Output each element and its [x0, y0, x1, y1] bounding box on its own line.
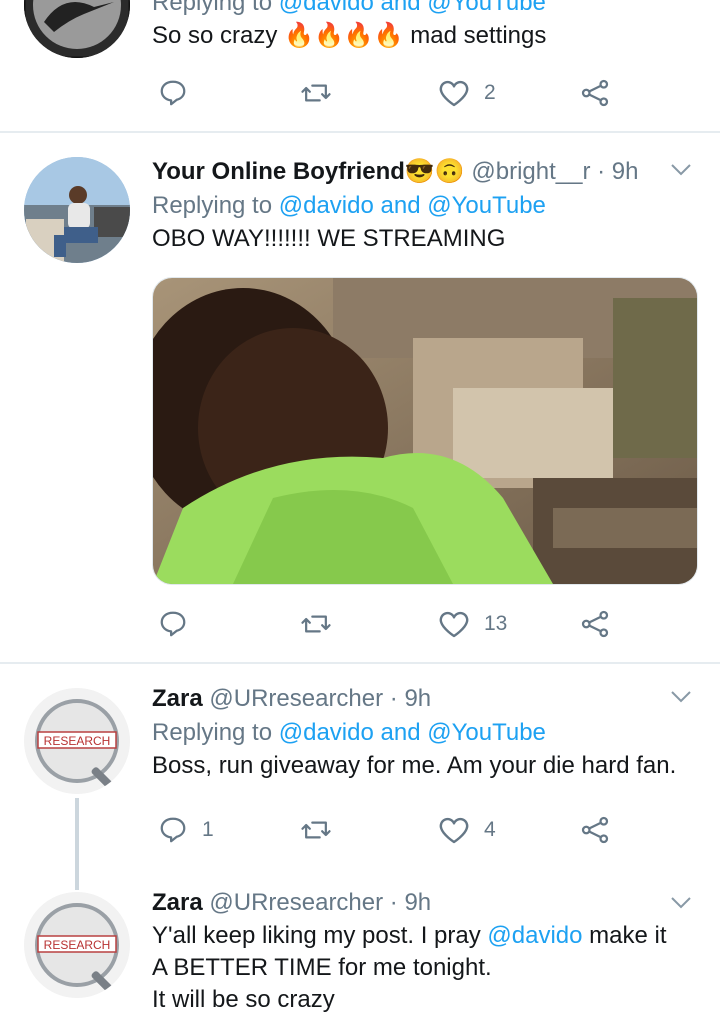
reply-button[interactable] — [158, 604, 202, 644]
display-name[interactable]: Your Online Boyfriend — [152, 158, 405, 185]
avatar[interactable] — [24, 0, 130, 58]
tweet-header: Zara @URresearcher · 9h — [152, 684, 700, 714]
fire-icon: 🔥 — [284, 22, 314, 49]
tweet-text-line: It will be so crazy — [152, 986, 335, 1013]
heart-icon — [439, 611, 469, 638]
like-button[interactable]: 2 — [438, 73, 496, 113]
tweet-3[interactable]: RESEARCH Zara @URresearcher · 9h Y'all k… — [0, 874, 720, 1019]
tweet-text: OBO WAY!!!!!!! WE STREAMING — [152, 225, 506, 252]
display-name[interactable]: Zara — [152, 685, 203, 712]
retweet-icon — [301, 821, 331, 839]
share-button[interactable] — [580, 73, 610, 113]
tweet-text-line: A BETTER TIME for me tonight. — [152, 954, 492, 981]
handle[interactable]: @URresearcher — [209, 685, 383, 712]
reply-icon — [160, 817, 186, 843]
tweet-header: Zara @URresearcher · 9h — [152, 888, 700, 918]
reply-targets-link[interactable]: @davido and @YouTube — [279, 719, 546, 746]
reply-targets-link[interactable]: @davido and @YouTube — [279, 0, 546, 16]
tweet-header: Your Online Boyfriend😎🙃 @bright__r · 9h — [152, 157, 700, 187]
share-button[interactable] — [580, 604, 610, 644]
chevron-down-icon[interactable] — [670, 896, 692, 910]
tweet-text: Boss, run giveaway for me. Am your die h… — [152, 752, 677, 779]
reply-targets-link[interactable]: @davido and @YouTube — [279, 192, 546, 219]
like-button[interactable]: 13 — [438, 604, 507, 644]
share-icon — [581, 79, 609, 107]
upside-down-face-icon: 🙃 — [434, 158, 465, 185]
fire-icon: 🔥 — [373, 22, 404, 49]
tweet-actions: 2 — [152, 73, 632, 113]
avatar[interactable]: RESEARCH — [24, 688, 130, 794]
replying-to: Replying to @davido and @YouTube — [152, 719, 546, 746]
share-icon — [581, 816, 609, 844]
avatar[interactable]: RESEARCH — [24, 892, 130, 998]
mention-link[interactable]: @davido — [487, 922, 582, 949]
handle[interactable]: @URresearcher — [209, 889, 383, 916]
share-button[interactable] — [580, 810, 610, 850]
reply-icon — [160, 80, 186, 106]
handle[interactable]: @bright__r — [471, 158, 590, 185]
tweet-1[interactable]: Your Online Boyfriend😎🙃 @bright__r · 9h … — [0, 133, 720, 663]
display-name[interactable]: Zara — [152, 889, 203, 916]
timestamp: · 9h — [389, 685, 432, 712]
avatar-badge-text: RESEARCH — [44, 734, 111, 748]
retweet-button[interactable] — [300, 73, 346, 113]
retweet-button[interactable] — [300, 810, 346, 850]
tweet-2[interactable]: RESEARCH Zara @URresearcher · 9h Replyin… — [0, 664, 720, 874]
like-button[interactable]: 4 — [438, 810, 496, 850]
retweet-button[interactable] — [300, 604, 346, 644]
timestamp: · 9h — [597, 158, 639, 185]
chevron-down-icon[interactable] — [670, 690, 692, 704]
sunglasses-face-icon: 😎 — [404, 158, 435, 185]
retweet-icon — [301, 84, 331, 102]
tweet-actions: 1 4 — [152, 810, 632, 850]
reply-button[interactable]: 1 — [158, 810, 214, 850]
replying-to: Replying to @davido and @YouTube — [152, 0, 700, 18]
tweet-0[interactable]: Replying to @davido and @YouTube So so c… — [0, 0, 720, 132]
heart-icon — [439, 80, 469, 107]
tweet-text: Y'all keep liking my post. I pray @david… — [152, 922, 667, 949]
reply-icon — [160, 611, 186, 637]
fire-icon: 🔥 — [313, 22, 344, 49]
tweet-actions: 13 — [152, 604, 632, 644]
chevron-down-icon[interactable] — [670, 163, 692, 177]
replying-to: Replying to @davido and @YouTube — [152, 192, 546, 219]
tweet-media-image[interactable] — [152, 277, 698, 585]
fire-icon: 🔥 — [343, 22, 374, 49]
avatar-badge-text: RESEARCH — [44, 938, 111, 952]
avatar[interactable] — [24, 157, 130, 263]
tweet-text: So so crazy 🔥🔥🔥🔥 mad settings — [152, 22, 547, 49]
share-icon — [581, 610, 609, 638]
heart-icon — [439, 817, 469, 844]
timestamp: · 9h — [389, 889, 432, 916]
retweet-icon — [301, 615, 331, 633]
reply-button[interactable] — [158, 73, 202, 113]
